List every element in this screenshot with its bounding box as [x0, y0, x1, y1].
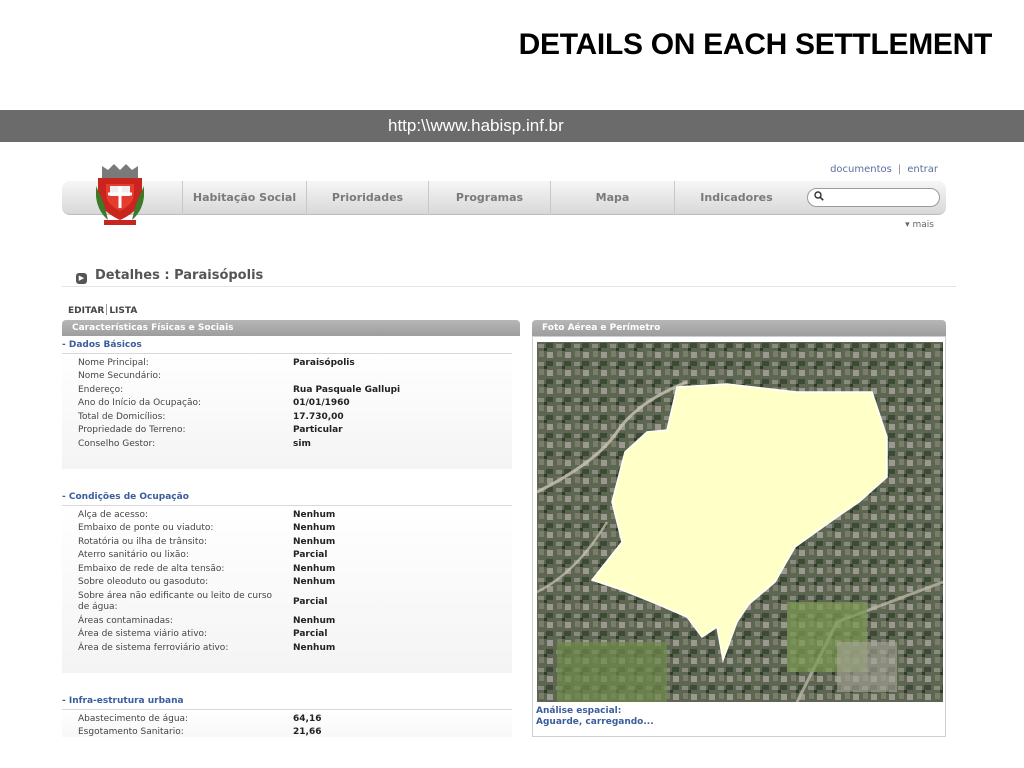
sao-paulo-crest-logo[interactable]	[95, 164, 145, 226]
search-icon	[814, 191, 824, 204]
section-dados-basicos: Nome Principal: Paraisópolis Nome Secund…	[62, 353, 512, 469]
field-label: Nome Secundário:	[78, 371, 161, 381]
slide-title: DETAILS ON EACH SETTLEMENT	[518, 28, 993, 61]
section-infra-estrutura: Abastecimento de água: 64,16 Esgotamento…	[62, 709, 512, 737]
loading-status: Aguarde, carregando...	[536, 717, 654, 727]
nav-programas[interactable]: Programas	[428, 181, 550, 215]
section-condicoes-ocupacao-toggle[interactable]: - Condições de Ocupação	[62, 492, 189, 502]
field-value: sim	[293, 439, 311, 449]
toolbar-separator	[106, 304, 108, 315]
field-value: 21,66	[293, 727, 322, 737]
aerial-photo-frame	[532, 336, 946, 737]
nav-indicadores[interactable]: Indicadores	[674, 181, 798, 215]
field-value: 17.730,00	[293, 412, 344, 422]
nav-habitacao-social[interactable]: Habitação Social	[182, 181, 306, 215]
page-title-text: Detalhes : Paraisópolis	[95, 268, 264, 283]
field-value: Nenhum	[293, 564, 336, 574]
title-divider	[62, 286, 956, 287]
lista-link[interactable]: LISTA	[109, 306, 137, 316]
field-value: Nenhum	[293, 643, 336, 653]
field-label: Total de Domicílios:	[78, 412, 166, 422]
entrar-link[interactable]: entrar	[907, 164, 938, 175]
aerial-photo-map[interactable]	[537, 342, 943, 702]
field-label: Área de sistema ferroviário ativo:	[78, 643, 229, 653]
field-label: Sobre área não edificante ou leito de cu…	[78, 591, 273, 612]
field-value: Parcial	[293, 597, 328, 607]
section-condicoes-ocupacao: Alça de acesso: Nenhum Embaixo de ponte …	[62, 505, 512, 673]
nav-mapa[interactable]: Mapa	[550, 181, 674, 215]
url-text: http:\\www.habisp.inf.br	[388, 116, 564, 135]
field-label: Esgotamento Sanitario:	[78, 727, 184, 737]
field-label: Áreas contaminadas:	[78, 616, 173, 626]
field-value: 64,16	[293, 714, 322, 724]
field-label: Área de sistema viário ativo:	[78, 629, 208, 639]
field-label: Embaixo de ponte ou viaduto:	[78, 523, 214, 533]
field-value: Parcial	[293, 550, 328, 560]
field-value: Nenhum	[293, 616, 336, 626]
field-label: Endereço:	[78, 385, 124, 395]
habisp-website: documentos | entrar Habitação Social Prior…	[60, 152, 956, 737]
field-value: Paraisópolis	[293, 358, 355, 368]
top-links: documentos | entrar	[830, 164, 938, 175]
section-dados-basicos-toggle[interactable]: - Dados Básicos	[62, 340, 142, 350]
field-value: Nenhum	[293, 577, 336, 587]
field-label: Sobre oleoduto ou gasoduto:	[78, 577, 209, 587]
field-value: 01/01/1960	[293, 398, 350, 408]
field-value: Rua Pasquale Gallupi	[293, 385, 401, 395]
field-value: Particular	[293, 425, 343, 435]
field-label: Aterro sanitário ou lixão:	[78, 550, 189, 560]
field-label: Ano do Início da Ocupação:	[78, 398, 202, 408]
spatial-analysis-label: Análise espacial:	[536, 706, 622, 716]
field-label: Rotatória ou ilha de trânsito:	[78, 537, 207, 547]
documentos-link[interactable]: documentos	[830, 164, 892, 175]
field-label: Conselho Gestor:	[78, 439, 156, 449]
main-navbar: Habitação Social Prioridades Programas M…	[62, 181, 946, 215]
more-link[interactable]: ▾ mais	[905, 220, 934, 230]
edit-toolbar: EDITAR LISTA	[68, 304, 137, 316]
field-label: Embaixo de rede de alta tensão:	[78, 564, 225, 574]
field-label: Abastecimento de água:	[78, 714, 189, 724]
editar-link[interactable]: EDITAR	[68, 306, 104, 316]
field-label: Alça de acesso:	[78, 510, 149, 520]
field-value: Parcial	[293, 629, 328, 639]
field-label: Nome Principal:	[78, 358, 149, 368]
left-panel-header: Características Físicas e Sociais	[62, 320, 520, 336]
top-link-separator: |	[897, 164, 902, 175]
field-value: Nenhum	[293, 537, 336, 547]
field-label: Propriedade do Terreno:	[78, 425, 186, 435]
field-value: Nenhum	[293, 523, 336, 533]
field-value: Nenhum	[293, 510, 336, 520]
play-bullet-icon: ▶	[76, 273, 87, 284]
search-input[interactable]	[807, 188, 940, 207]
nav-prioridades[interactable]: Prioridades	[306, 181, 428, 215]
section-infra-estrutura-toggle[interactable]: - Infra-estrutura urbana	[62, 696, 184, 706]
right-panel-header: Foto Aérea e Perímetro	[532, 320, 946, 336]
page-title: ▶ Detalhes : Paraisópolis	[76, 268, 263, 284]
